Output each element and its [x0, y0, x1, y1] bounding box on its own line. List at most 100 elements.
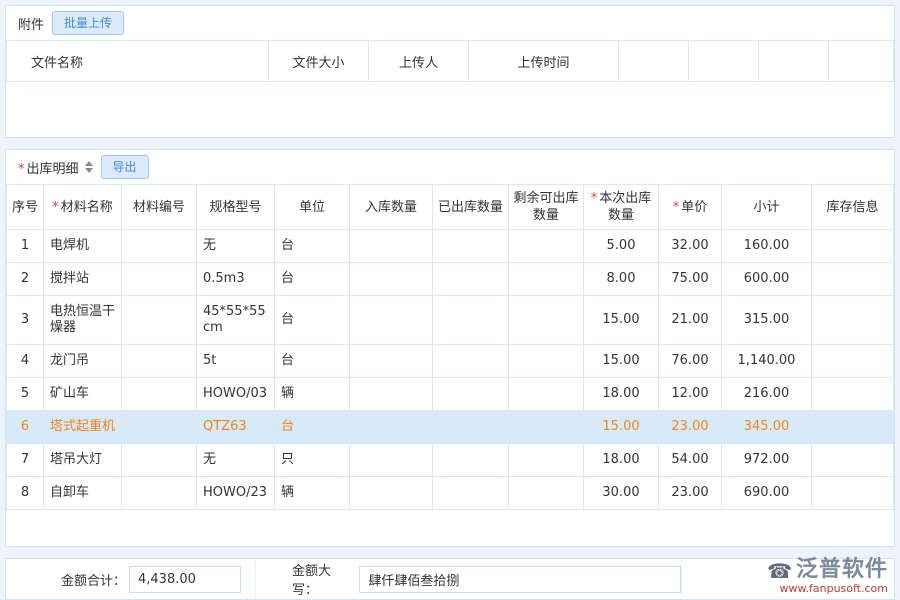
table-cell[interactable]: 2 — [7, 263, 44, 296]
table-cell[interactable] — [509, 444, 584, 477]
table-cell[interactable] — [350, 345, 433, 378]
table-cell[interactable]: 18.00 — [584, 444, 659, 477]
table-row[interactable]: 1电焊机 无台 5.0032.00160.00 — [7, 230, 894, 263]
table-cell[interactable] — [433, 477, 509, 510]
sort-spinner-icon[interactable] — [85, 161, 93, 173]
table-cell[interactable]: 600.00 — [722, 263, 812, 296]
table-cell[interactable]: 3 — [7, 296, 44, 345]
table-cell[interactable] — [812, 411, 894, 444]
table-cell[interactable]: 无 — [197, 444, 275, 477]
table-cell[interactable]: 自卸车 — [44, 477, 122, 510]
table-cell[interactable]: 龙门吊 — [44, 345, 122, 378]
table-cell[interactable] — [122, 296, 197, 345]
table-cell[interactable]: 315.00 — [722, 296, 812, 345]
table-cell[interactable] — [812, 296, 894, 345]
amount-in-words-value[interactable] — [359, 566, 681, 593]
table-cell[interactable]: 15.00 — [584, 296, 659, 345]
table-cell[interactable]: 塔式起重机 — [44, 411, 122, 444]
table-cell[interactable]: 21.00 — [659, 296, 722, 345]
table-cell[interactable] — [812, 378, 894, 411]
table-row[interactable]: 3电热恒温干燥器 45*55*55cm台 15.0021.00315.00 — [7, 296, 894, 345]
table-cell[interactable] — [350, 411, 433, 444]
table-cell[interactable]: 1 — [7, 230, 44, 263]
table-cell[interactable]: 搅拌站 — [44, 263, 122, 296]
table-cell[interactable]: 12.00 — [659, 378, 722, 411]
table-cell[interactable] — [433, 263, 509, 296]
table-cell[interactable]: 690.00 — [722, 477, 812, 510]
table-cell[interactable]: 5 — [7, 378, 44, 411]
table-cell[interactable]: 电焊机 — [44, 230, 122, 263]
table-cell[interactable]: 23.00 — [659, 411, 722, 444]
total-amount-value[interactable] — [129, 566, 241, 593]
table-cell[interactable] — [812, 477, 894, 510]
table-cell[interactable] — [122, 378, 197, 411]
table-cell[interactable] — [433, 345, 509, 378]
table-cell[interactable]: 电热恒温干燥器 — [44, 296, 122, 345]
table-row[interactable]: 2搅拌站0.5m3台8.0075.00600.00 — [7, 263, 894, 296]
table-cell[interactable] — [350, 230, 433, 263]
export-button[interactable]: 导出 — [101, 155, 149, 179]
table-cell[interactable] — [350, 263, 433, 296]
table-cell[interactable]: 台 — [275, 411, 350, 444]
table-row[interactable]: 7塔吊大灯无只18.0054.00972.00 — [7, 444, 894, 477]
table-cell[interactable] — [509, 296, 584, 345]
table-cell[interactable]: 1,140.00 — [722, 345, 812, 378]
table-cell[interactable] — [122, 345, 197, 378]
table-cell[interactable]: 54.00 — [659, 444, 722, 477]
table-cell[interactable] — [509, 477, 584, 510]
table-cell[interactable] — [509, 378, 584, 411]
table-cell[interactable] — [433, 230, 509, 263]
table-cell[interactable]: 8 — [7, 477, 44, 510]
batch-upload-button[interactable]: 批量上传 — [52, 11, 124, 35]
table-row[interactable]: 8自卸车HOWO/23辆30.0023.00690.00 — [7, 477, 894, 510]
table-cell[interactable]: 32.00 — [659, 230, 722, 263]
table-cell[interactable] — [122, 263, 197, 296]
table-cell[interactable]: 台 — [275, 263, 350, 296]
table-cell[interactable]: 矿山车 — [44, 378, 122, 411]
table-cell[interactable]: 23.00 — [659, 477, 722, 510]
table-cell[interactable] — [433, 444, 509, 477]
table-cell[interactable]: HOWO/03 — [197, 378, 275, 411]
table-cell[interactable] — [433, 378, 509, 411]
table-cell[interactable]: 辆 — [275, 477, 350, 510]
table-cell[interactable] — [350, 444, 433, 477]
table-cell[interactable]: QTZ63 — [197, 411, 275, 444]
table-cell[interactable] — [122, 477, 197, 510]
table-row[interactable]: 5矿山车 HOWO/03辆 18.0012.00216.00 — [7, 378, 894, 411]
table-cell[interactable] — [812, 345, 894, 378]
table-cell[interactable]: 18.00 — [584, 378, 659, 411]
table-cell[interactable]: 无 — [197, 230, 275, 263]
table-cell[interactable] — [812, 444, 894, 477]
table-cell[interactable]: 45*55*55cm — [197, 296, 275, 345]
table-cell[interactable]: 台 — [275, 230, 350, 263]
sort-up-arrow-icon[interactable] — [85, 161, 93, 166]
table-cell[interactable]: HOWO/23 — [197, 477, 275, 510]
table-cell[interactable]: 7 — [7, 444, 44, 477]
table-cell[interactable] — [509, 230, 584, 263]
table-cell[interactable]: 15.00 — [584, 345, 659, 378]
table-cell[interactable]: 160.00 — [722, 230, 812, 263]
table-cell[interactable] — [509, 263, 584, 296]
table-row[interactable]: 6塔式起重机QTZ63台15.0023.00345.00 — [7, 411, 894, 444]
table-cell[interactable] — [122, 230, 197, 263]
table-cell[interactable]: 台 — [275, 296, 350, 345]
table-cell[interactable] — [350, 477, 433, 510]
table-cell[interactable]: 5t — [197, 345, 275, 378]
table-cell[interactable]: 8.00 — [584, 263, 659, 296]
table-cell[interactable]: 345.00 — [722, 411, 812, 444]
table-row[interactable]: 4龙门吊5t台15.0076.001,140.00 — [7, 345, 894, 378]
table-cell[interactable] — [350, 378, 433, 411]
table-cell[interactable] — [433, 411, 509, 444]
table-cell[interactable] — [122, 411, 197, 444]
table-cell[interactable] — [122, 444, 197, 477]
table-cell[interactable]: 辆 — [275, 378, 350, 411]
table-cell[interactable] — [509, 345, 584, 378]
table-cell[interactable]: 4 — [7, 345, 44, 378]
sort-down-arrow-icon[interactable] — [85, 168, 93, 173]
table-cell[interactable]: 0.5m3 — [197, 263, 275, 296]
table-cell[interactable]: 216.00 — [722, 378, 812, 411]
table-cell[interactable] — [350, 296, 433, 345]
table-cell[interactable]: 只 — [275, 444, 350, 477]
table-cell[interactable]: 台 — [275, 345, 350, 378]
table-cell[interactable]: 5.00 — [584, 230, 659, 263]
